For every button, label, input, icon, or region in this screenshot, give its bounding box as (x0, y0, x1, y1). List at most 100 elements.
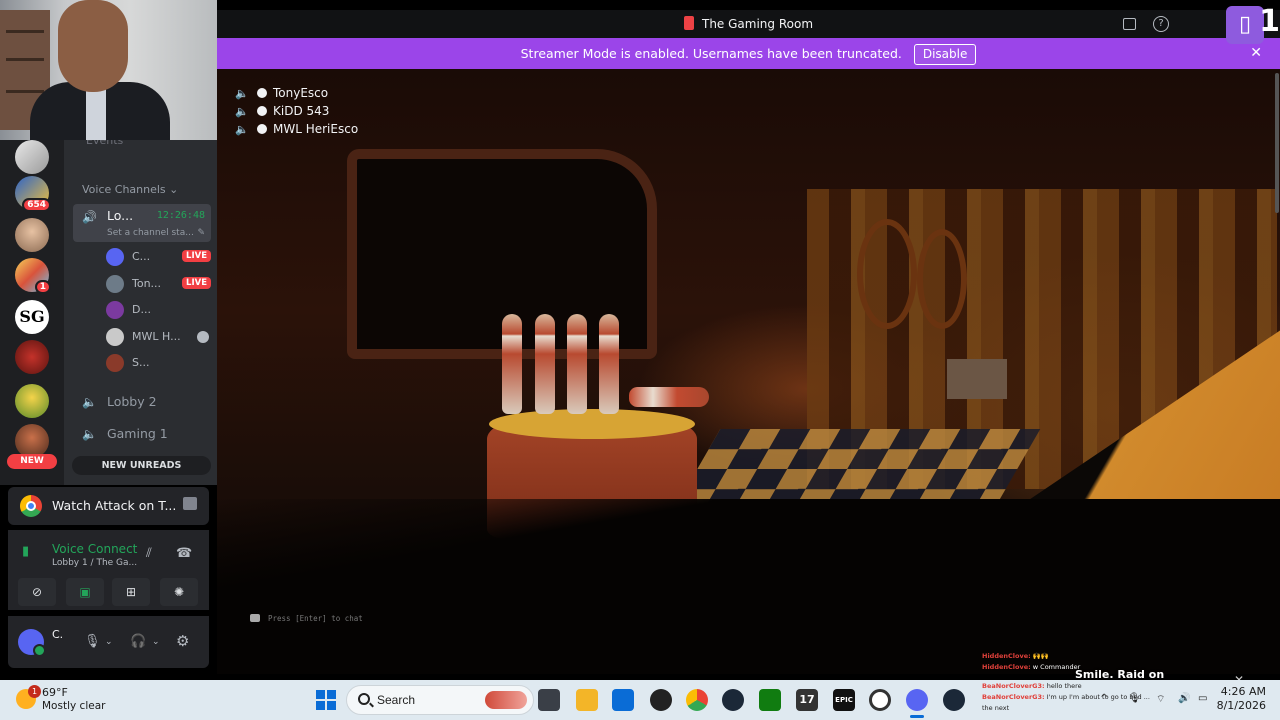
wall-ring (857, 219, 917, 329)
file-explorer-icon[interactable] (538, 689, 560, 711)
screen-share-button[interactable]: ▣ (66, 578, 104, 606)
new-unreads-button[interactable]: NEW UNREADS (72, 456, 211, 475)
disable-button[interactable]: Disable (913, 44, 977, 65)
discord-icon[interactable] (906, 689, 928, 711)
epic-games-icon[interactable]: EPIC (833, 689, 855, 711)
chevron-down-icon[interactable]: ⌄ (152, 637, 160, 647)
search-icon (358, 693, 370, 705)
player-name: TonyEsco (273, 86, 329, 100)
taskbar: 1 69°F Mostly clear 17 EPIC BeaNorClover… (0, 680, 1280, 720)
edit-icon[interactable]: ✎ (197, 228, 205, 238)
steam-icon[interactable] (943, 689, 965, 711)
avatar[interactable] (18, 629, 46, 657)
screen-share-icon[interactable] (183, 497, 197, 510)
player-entry: 🔈 MWL HeriEsco (235, 122, 358, 140)
voice-user[interactable]: D... (106, 299, 211, 321)
headphones-icon[interactable]: 🎧 (130, 634, 146, 649)
steam-icon[interactable] (722, 689, 744, 711)
speaker-icon: 🔈 (235, 105, 249, 118)
weather-condition: Mostly clear (42, 700, 106, 712)
voice-location[interactable]: Lobby 1 / The Ga... (52, 558, 137, 568)
help-icon[interactable]: ? (1153, 16, 1169, 32)
search-highlight-icon (485, 691, 527, 709)
server-cartoon[interactable] (15, 384, 49, 418)
speaker-icon: 🔊 (82, 210, 97, 224)
avatar (106, 301, 124, 319)
chevron-down-icon[interactable]: ⌄ (105, 637, 113, 647)
server-face[interactable] (15, 218, 49, 252)
ring-app-icon[interactable] (869, 689, 891, 711)
xbox-icon (197, 331, 209, 343)
soundboard-icon[interactable]: ✺ (160, 578, 198, 606)
live-badge: LIVE (182, 250, 211, 262)
voice-channel-lobby-1[interactable]: 🔊 Lo... 12:26:48 Set a channel sta... ✎ (73, 204, 211, 242)
bowling-pin (599, 314, 619, 414)
voice-user[interactable]: MWL H... (106, 326, 211, 348)
bowling-pin-fallen (629, 387, 709, 407)
channel-status[interactable]: Set a channel sta... (107, 228, 194, 238)
obs-icon[interactable] (650, 689, 672, 711)
server-sg[interactable]: SG (15, 300, 49, 334)
xbox-icon[interactable] (759, 689, 781, 711)
volume-icon[interactable]: 🔊 (1178, 693, 1190, 704)
streamer-mode-banner: Streamer Mode is enabled. Usernames have… (217, 38, 1280, 69)
user-name: S... (132, 356, 150, 369)
scrollbar[interactable] (1274, 69, 1280, 219)
disconnect-icon[interactable]: ☎ (176, 546, 192, 561)
game-stream[interactable] (217, 69, 1280, 674)
windows-start-icon[interactable] (316, 690, 336, 710)
foreground-shadow (217, 499, 1280, 674)
activities-icon[interactable]: ⊞ (112, 578, 150, 606)
weather-badge: 1 (28, 685, 41, 698)
noise-suppression-icon[interactable]: ⫽ (146, 546, 152, 561)
chrome-icon[interactable] (686, 689, 708, 711)
voice-channel-lobby-2[interactable]: 🔈 Lobby 2 (82, 394, 157, 409)
avatar (106, 328, 124, 346)
avatar (106, 248, 124, 266)
store-icon[interactable] (612, 689, 634, 711)
channel-timer: 12:26:48 (156, 210, 205, 221)
signal-icon[interactable]: ▮ (22, 544, 29, 559)
gear-icon[interactable]: ⚙ (176, 632, 189, 650)
weather-widget[interactable]: 1 69°F Mostly clear (14, 685, 134, 715)
voice-user[interactable]: C... LIVE (106, 246, 211, 268)
bowling-pin (502, 314, 522, 414)
chevron-up-icon[interactable]: ^ (1100, 693, 1108, 704)
chat-message: HiddenClove: 🙌🙌 (982, 652, 1280, 663)
microphone-icon[interactable]: 🎙 (1128, 693, 1141, 704)
server-blue[interactable]: 654 (15, 176, 51, 212)
webcam-overlay (0, 0, 217, 140)
new-pill[interactable]: NEW (7, 454, 57, 469)
server-red[interactable] (15, 340, 49, 374)
voice-user[interactable]: Ton... LIVE (106, 273, 211, 295)
category-voice-channels[interactable]: Voice Channels ⌄ (82, 183, 178, 196)
channel-list: Events Voice Channels ⌄ 🔊 Lo... 12:26:48… (64, 134, 217, 485)
title-bar: The Gaming Room ? (217, 10, 1280, 38)
wall-ring (917, 229, 967, 329)
server-sketch[interactable] (15, 140, 49, 174)
app-17-icon[interactable]: 17 (796, 689, 818, 711)
voice-channel-gaming-1[interactable]: 🔈 Gaming 1 (82, 426, 168, 441)
server-portrait[interactable] (15, 424, 49, 458)
chat-text: the next (982, 704, 1010, 712)
server-badge: 1 (34, 280, 51, 294)
voice-status: Voice Connect (52, 542, 138, 556)
player-entry: 🔈 KiDD 543 (235, 104, 358, 122)
voice-user[interactable]: S... (106, 352, 211, 374)
server-icon (683, 16, 694, 30)
user-name: Ton... (132, 277, 162, 290)
chat-hint: Press [Enter] to chat (250, 614, 363, 623)
activity-panel[interactable]: Watch Attack on T... (8, 487, 209, 525)
wifi-icon[interactable]: ⌔ (1156, 693, 1165, 706)
server-anime[interactable]: 1 (15, 258, 51, 294)
taskbar-search[interactable] (346, 685, 534, 715)
temperature: 69°F (42, 686, 68, 699)
video-off-icon[interactable]: ⊘ (18, 578, 56, 606)
chrome-icon (20, 495, 42, 517)
search-input[interactable] (377, 691, 477, 709)
battery-icon[interactable]: ▭ (1198, 693, 1207, 704)
folder-icon[interactable] (576, 689, 598, 711)
microphone-icon[interactable]: 🎙 (84, 634, 101, 649)
system-clock[interactable]: 4:26 AM 8/1/2026 (1217, 685, 1266, 713)
inbox-icon[interactable] (1123, 18, 1136, 30)
